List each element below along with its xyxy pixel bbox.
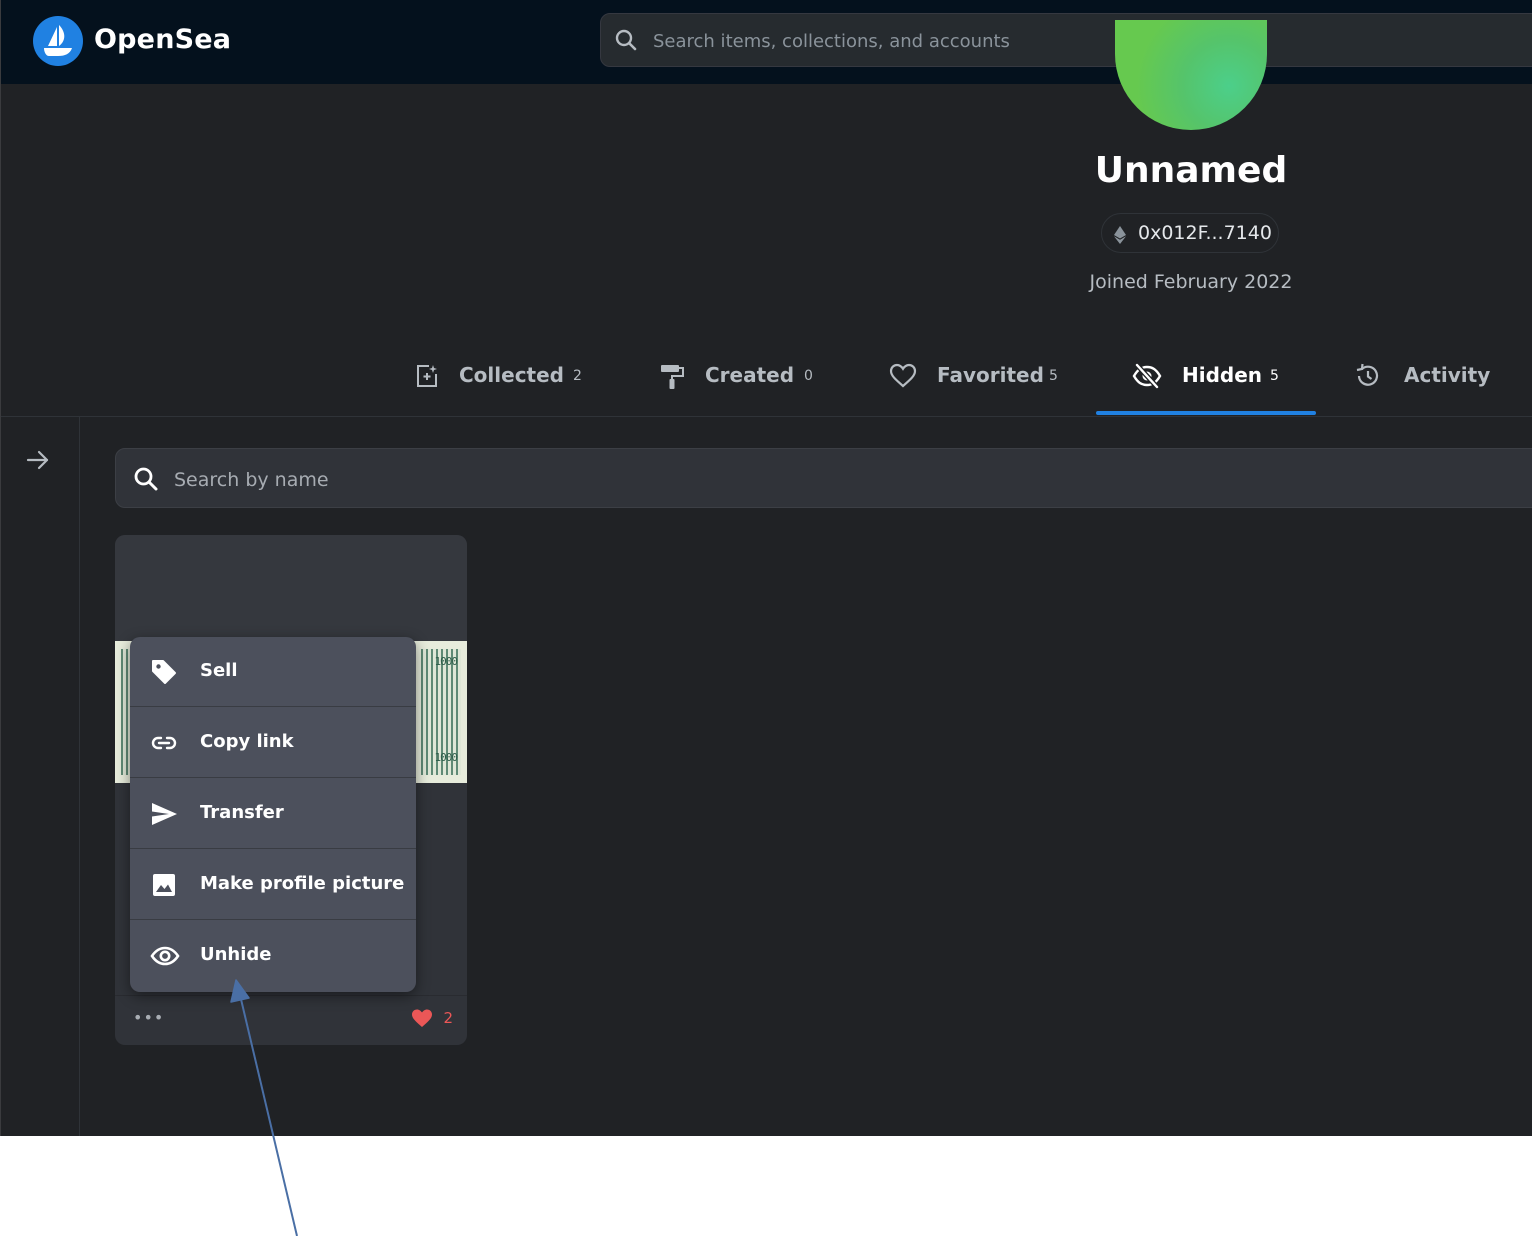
annotation-arrow	[230, 979, 298, 1236]
